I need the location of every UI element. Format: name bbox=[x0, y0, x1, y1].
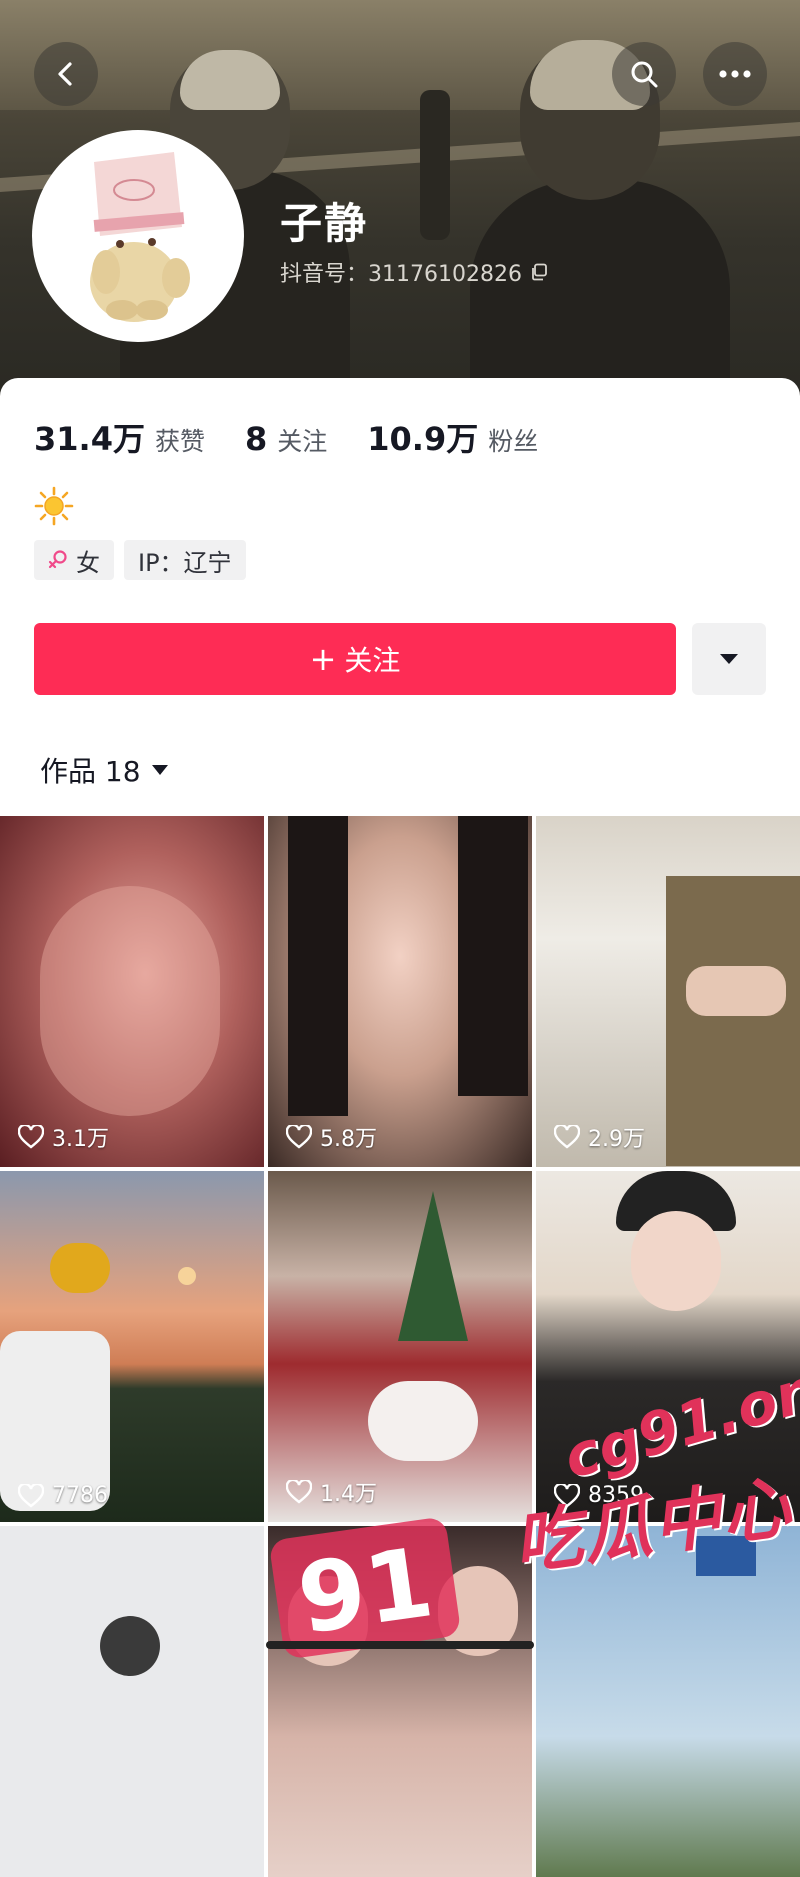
video-tile[interactable]: 2.9万 bbox=[536, 816, 800, 1167]
profile-card: 31.4万 获赞 8 关注 10.9万 粉丝 女 IP：辽宁 + 关注 作品 1… bbox=[0, 378, 800, 818]
ip-label: IP：辽宁 bbox=[138, 548, 232, 577]
heart-icon bbox=[554, 1125, 580, 1149]
caret-down-icon bbox=[151, 765, 168, 775]
copy-icon[interactable] bbox=[530, 263, 548, 281]
video-tile[interactable]: 3.1万 bbox=[0, 816, 264, 1167]
stats-row: 31.4万 获赞 8 关注 10.9万 粉丝 bbox=[34, 414, 538, 460]
video-grid: 3.1万 5.8万 2.9万 7786 1.4万 8359 bbox=[0, 816, 800, 1877]
video-tile[interactable]: 5.8万 bbox=[268, 816, 532, 1167]
caret-down-icon bbox=[720, 654, 738, 664]
heart-icon bbox=[18, 1125, 44, 1149]
video-likes: 2.9万 bbox=[554, 1121, 645, 1153]
stat-following-label: 关注 bbox=[277, 427, 328, 456]
banner-person-right bbox=[470, 180, 730, 400]
works-tab-label: 作品 18 bbox=[40, 755, 141, 788]
follow-button[interactable]: + 关注 bbox=[34, 623, 676, 695]
video-likes: 7786 bbox=[18, 1483, 108, 1508]
more-button[interactable] bbox=[703, 42, 767, 106]
chevron-left-icon bbox=[58, 62, 72, 86]
stat-followers-label: 粉丝 bbox=[488, 427, 539, 456]
video-likes: 5.8万 bbox=[286, 1121, 377, 1153]
follow-label: 关注 bbox=[344, 644, 401, 677]
video-likes: 1.4万 bbox=[286, 1476, 377, 1508]
stat-following-value: 8 bbox=[244, 420, 268, 458]
douyin-id[interactable]: 抖音号：31176102826 bbox=[280, 256, 548, 288]
search-icon bbox=[631, 61, 658, 88]
more-horizontal-icon bbox=[719, 70, 751, 78]
ip-tag: IP：辽宁 bbox=[124, 540, 246, 580]
gender-label: 女 bbox=[76, 548, 100, 577]
stat-following[interactable]: 8 关注 bbox=[245, 420, 327, 458]
banner-post bbox=[420, 90, 450, 240]
stat-followers-value: 10.9万 bbox=[367, 420, 479, 458]
nickname: 子静 bbox=[280, 199, 369, 248]
heart-icon bbox=[18, 1483, 44, 1508]
banner-sand bbox=[0, 0, 800, 110]
tab-works[interactable]: 作品 18 bbox=[40, 750, 169, 790]
stat-followers[interactable]: 10.9万 粉丝 bbox=[367, 414, 538, 460]
watermark-number: 91 bbox=[291, 1526, 439, 1656]
stat-likes-value: 31.4万 bbox=[34, 420, 145, 458]
stat-likes-label: 获赞 bbox=[154, 427, 205, 456]
avatar[interactable] bbox=[34, 132, 242, 340]
video-tile[interactable]: 7786 bbox=[0, 1171, 264, 1522]
profile-tags: 女 IP：辽宁 bbox=[34, 540, 246, 580]
heart-icon bbox=[286, 1125, 312, 1149]
avatar-plush-toy-image bbox=[34, 132, 242, 340]
video-tile[interactable] bbox=[0, 1526, 264, 1877]
heart-icon bbox=[286, 1480, 312, 1504]
search-button[interactable] bbox=[612, 42, 676, 106]
douyin-id-text: 抖音号：31176102826 bbox=[280, 262, 522, 287]
video-likes: 3.1万 bbox=[18, 1121, 109, 1153]
follow-plus: + bbox=[309, 640, 337, 678]
home-indicator bbox=[266, 1641, 534, 1649]
more-actions-dropdown[interactable] bbox=[692, 623, 766, 695]
video-tile[interactable]: 1.4万 bbox=[268, 1171, 532, 1522]
sun-icon bbox=[34, 486, 74, 526]
gender-tag: 女 bbox=[34, 540, 114, 580]
female-icon bbox=[48, 550, 67, 569]
back-button[interactable] bbox=[34, 42, 98, 106]
stat-likes[interactable]: 31.4万 获赞 bbox=[34, 414, 205, 460]
